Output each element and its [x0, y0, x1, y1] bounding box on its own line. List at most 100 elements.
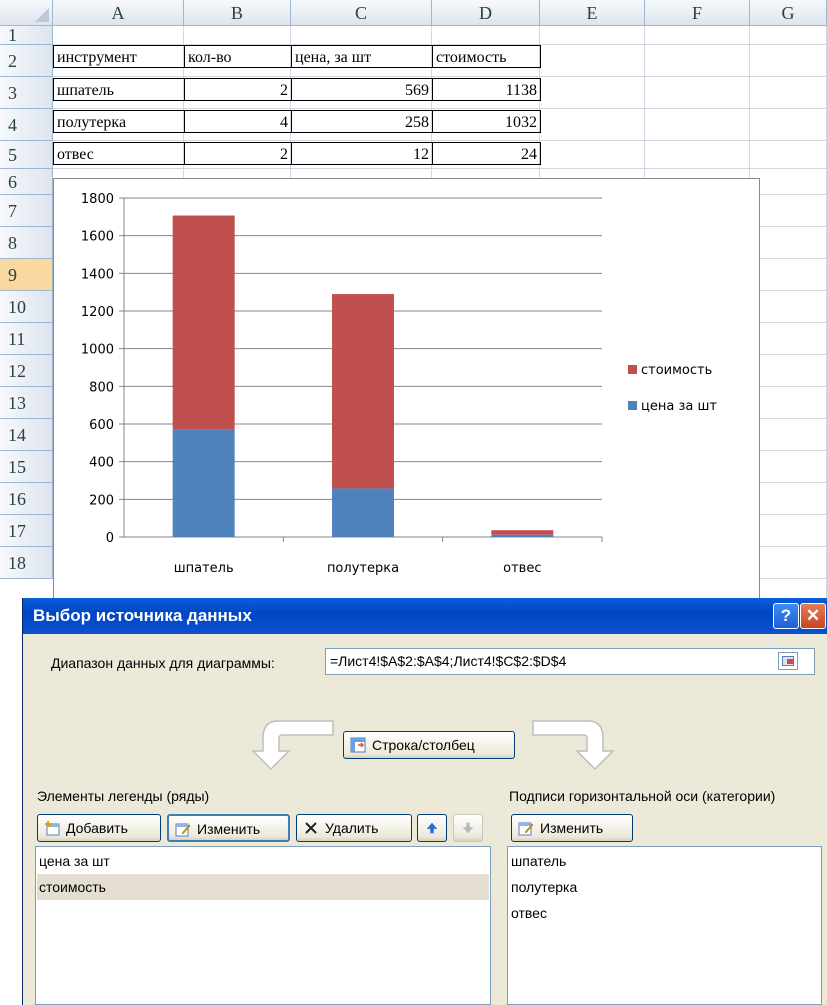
y-tick-label: 1800	[81, 192, 114, 207]
row-header-13[interactable]: 13	[0, 387, 53, 419]
range-input[interactable]: =Лист4!$A$2:$A$4;Лист4!$C$2:$D$4	[325, 648, 815, 675]
cell-c1[interactable]: цена, за шт	[291, 45, 433, 68]
series-item-selected[interactable]: стоимость	[37, 874, 489, 900]
row-header-16[interactable]: 16	[0, 483, 53, 515]
category-list[interactable]: шпатель полутерка отвес	[507, 846, 822, 1005]
category-item[interactable]: отвес	[509, 900, 820, 926]
cell-a3[interactable]: полутерка	[53, 110, 185, 133]
cell-c2[interactable]: 569	[291, 78, 433, 101]
select-data-source-dialog: Выбор источника данных ? ✕ Диапазон данн…	[22, 598, 827, 1005]
bar-price	[332, 488, 394, 537]
legend-label: стоимость	[641, 363, 712, 378]
add-series-button[interactable]: Добавить	[37, 814, 161, 842]
gridline	[53, 108, 827, 109]
row-header-3[interactable]: 3	[0, 77, 53, 109]
bar-price	[491, 534, 554, 537]
row-header-4[interactable]: 4	[0, 109, 53, 141]
row-header-9[interactable]: 9	[0, 259, 53, 291]
row-header-8[interactable]: 8	[0, 227, 53, 259]
row-header-11[interactable]: 11	[0, 323, 53, 355]
add-icon	[45, 821, 60, 836]
x-tick-label: отвес	[503, 561, 541, 576]
delete-label: Удалить	[325, 820, 379, 836]
close-button[interactable]: ✕	[800, 603, 826, 629]
cell-c4[interactable]: 12	[291, 142, 433, 165]
row-header-10[interactable]: 10	[0, 291, 53, 323]
switch-label: Строка/столбец	[372, 737, 475, 753]
add-label: Добавить	[66, 820, 128, 836]
bar-cost	[332, 294, 394, 489]
bar-cost	[491, 530, 554, 535]
select-all-corner[interactable]	[0, 0, 53, 26]
legend-swatch	[628, 401, 637, 410]
column-header-d[interactable]: D	[432, 0, 540, 26]
delete-series-button[interactable]: Удалить	[296, 814, 412, 842]
y-tick-label: 0	[106, 531, 114, 546]
left-curved-arrow-icon	[251, 720, 334, 771]
gridline	[53, 140, 827, 141]
cell-b4[interactable]: 2	[184, 142, 292, 165]
bar-price	[172, 429, 235, 537]
arrow-up-icon	[426, 822, 438, 834]
gridline	[53, 76, 827, 77]
help-button[interactable]: ?	[773, 603, 799, 629]
cell-c3[interactable]: 258	[291, 110, 433, 133]
category-item[interactable]: полутерка	[509, 874, 820, 900]
bar-cost	[172, 215, 235, 430]
row-header-7[interactable]: 7	[0, 195, 53, 227]
y-tick-label: 200	[89, 493, 114, 508]
y-tick-label: 1600	[81, 230, 114, 245]
series-list[interactable]: цена за шт стоимость	[35, 846, 491, 1005]
cell-a4[interactable]: отвес	[53, 142, 185, 165]
row-header-18[interactable]: 18	[0, 547, 53, 579]
cell-b1[interactable]: кол-во	[184, 45, 292, 68]
x-tick-label: полутерка	[327, 561, 399, 576]
arrow-down-icon	[462, 822, 474, 834]
spreadsheet: ABCDEFG 1 2 3 4 5 6 7 8 9 10 11 12 13 14 15 16 17 18 инст…	[0, 0, 827, 600]
column-header-b[interactable]: B	[184, 0, 291, 26]
switch-row-column-button[interactable]: Строка/столбец	[343, 731, 515, 759]
move-down-button[interactable]	[453, 814, 483, 842]
column-header-c[interactable]: C	[291, 0, 432, 26]
column-header-a[interactable]: A	[53, 0, 184, 26]
row-header-12[interactable]: 12	[0, 355, 53, 387]
row-header-1[interactable]: 1	[0, 26, 53, 45]
cell-b2[interactable]: 2	[184, 78, 292, 101]
edit-categories-button[interactable]: Изменить	[511, 814, 633, 842]
row-header-6[interactable]: 6	[0, 169, 53, 195]
cell-d4[interactable]: 24	[432, 142, 541, 165]
edit-series-button[interactable]: Изменить	[167, 814, 290, 842]
switch-icon	[350, 737, 366, 753]
row-header-15[interactable]: 15	[0, 451, 53, 483]
edit-icon	[175, 823, 191, 837]
x-tick-label: шпатель	[174, 561, 234, 576]
category-item[interactable]: шпатель	[509, 848, 820, 874]
collapse-dialog-icon[interactable]	[778, 652, 798, 670]
cell-b3[interactable]: 4	[184, 110, 292, 133]
row-header-14[interactable]: 14	[0, 419, 53, 451]
legend-swatch	[628, 365, 637, 374]
column-header-e[interactable]: E	[540, 0, 645, 26]
y-tick-label: 1000	[81, 343, 114, 358]
column-header-g[interactable]: G	[750, 0, 827, 26]
row-header-2[interactable]: 2	[0, 45, 53, 77]
row-header-5[interactable]: 5	[0, 141, 53, 169]
column-header-f[interactable]: F	[645, 0, 750, 26]
y-tick-label: 1400	[81, 267, 114, 282]
y-tick-label: 800	[89, 380, 114, 395]
cell-a1[interactable]: инструмент	[53, 45, 185, 68]
y-tick-label: 400	[89, 456, 114, 471]
move-up-button[interactable]	[417, 814, 447, 842]
series-item[interactable]: цена за шт	[37, 848, 489, 874]
delete-icon	[305, 822, 317, 834]
right-curved-arrow-icon	[532, 720, 615, 771]
y-tick-label: 600	[89, 418, 114, 433]
edit-categories-icon	[518, 822, 534, 836]
cell-d2[interactable]: 1138	[432, 78, 541, 101]
axis-edit-label: Изменить	[540, 820, 604, 836]
stacked-bar-chart[interactable]: 0 200 400 600 800 1000 1200 1400 1600 1800 шпатель…	[53, 178, 760, 600]
cell-d3[interactable]: 1032	[432, 110, 541, 133]
cell-a2[interactable]: шпатель	[53, 78, 185, 101]
row-header-17[interactable]: 17	[0, 515, 53, 547]
cell-d1[interactable]: стоимость	[432, 45, 541, 68]
